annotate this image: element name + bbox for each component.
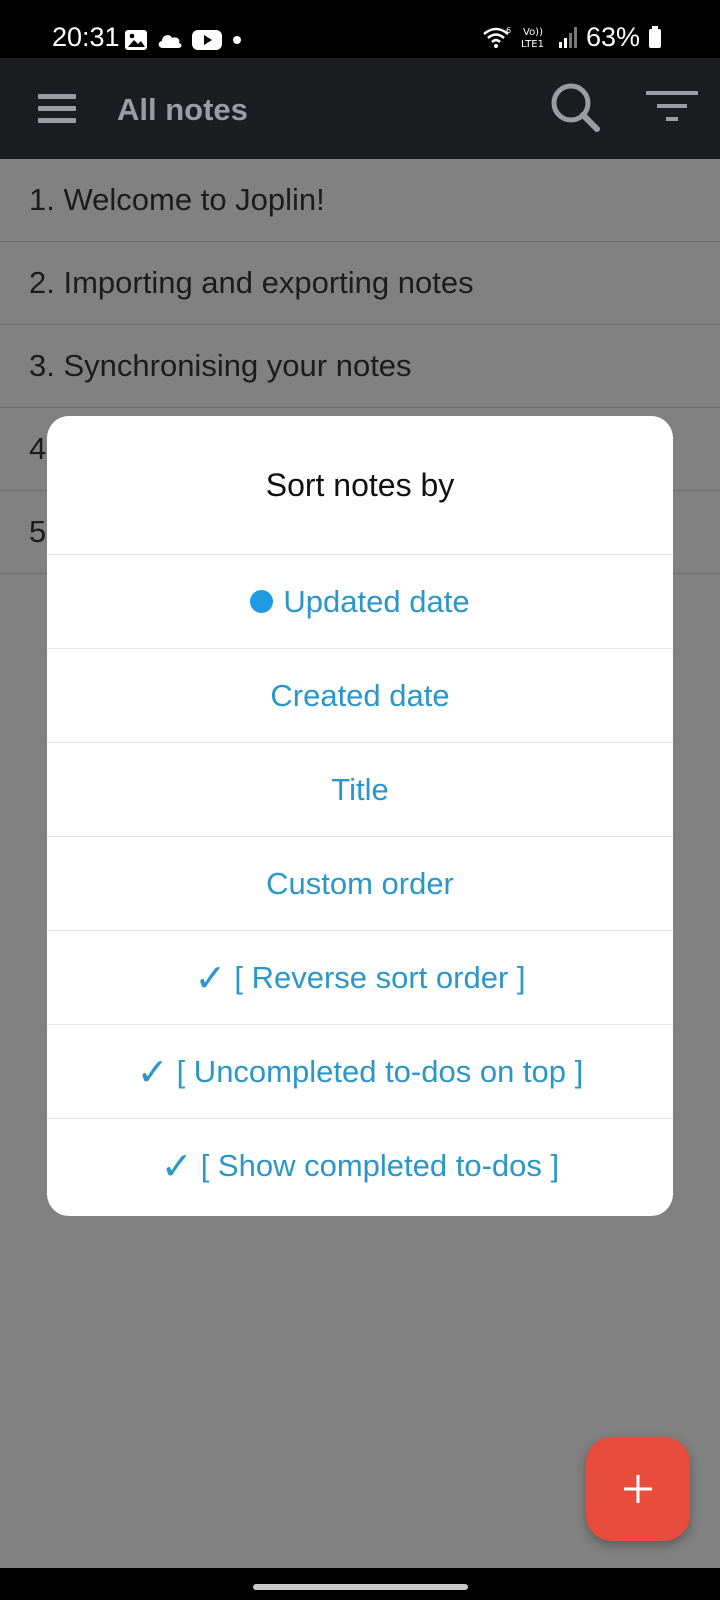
status-time: 20:31	[52, 22, 120, 52]
option-label: [ Reverse sort order ]	[234, 959, 526, 995]
option-label: Custom order	[266, 865, 454, 901]
page-title: All notes	[117, 92, 248, 127]
sort-button[interactable]	[644, 88, 700, 128]
search-icon	[551, 83, 600, 132]
toggle-reverse-sort-order[interactable]: ✓ [ Reverse sort order ]	[47, 931, 673, 1025]
note-item[interactable]: 3. Synchronising your notes	[0, 325, 720, 408]
gallery-icon	[125, 30, 147, 50]
add-note-button[interactable]	[586, 1437, 690, 1541]
toggle-uncompleted-todos-on-top[interactable]: ✓ [ Uncompleted to-dos on top ]	[47, 1025, 673, 1119]
app-bar: All notes	[0, 58, 720, 159]
dialog-title: Sort notes by	[47, 416, 673, 555]
home-gesture-handle[interactable]	[253, 1584, 468, 1590]
option-label: [ Uncompleted to-dos on top ]	[176, 1053, 584, 1089]
note-title: 5	[29, 514, 47, 549]
sort-dialog: Sort notes by Updated date Created date …	[47, 416, 673, 1216]
svg-text:Vo)): Vo))	[523, 27, 543, 38]
status-left-icons	[124, 28, 244, 52]
hamburger-icon	[38, 94, 76, 99]
note-item[interactable]: 2. Importing and exporting notes	[0, 242, 720, 325]
status-right-icons: 6 Vo)) LTE1 63%	[482, 22, 662, 52]
note-title: 4	[29, 431, 47, 466]
option-label: Created date	[270, 677, 450, 713]
wifi-icon: 6	[483, 26, 511, 48]
note-title: 3. Synchronising your notes	[29, 348, 412, 383]
note-title: 1. Welcome to Joplin!	[29, 182, 325, 217]
battery-percent: 63%	[585, 22, 640, 52]
sort-icon	[646, 91, 698, 121]
note-item[interactable]: 1. Welcome to Joplin!	[0, 159, 720, 242]
option-label: [ Show completed to-dos ]	[200, 1148, 560, 1183]
signal-icon	[558, 27, 577, 48]
sort-option-custom-order[interactable]: Custom order	[47, 837, 673, 931]
check-icon: ✓	[194, 955, 227, 1000]
screen: 20:31 6 Vo)) LTE1 63% All notes 1. Welco…	[0, 0, 720, 1600]
svg-text:LTE1: LTE1	[521, 39, 544, 49]
sort-option-created-date[interactable]: Created date	[47, 649, 673, 743]
option-label: Title	[331, 771, 389, 807]
note-title: 2. Importing and exporting notes	[29, 265, 474, 300]
navigation-bar	[0, 1568, 720, 1600]
cloud-icon	[158, 35, 182, 48]
selected-radio-icon	[250, 590, 274, 613]
sort-option-updated-date[interactable]: Updated date	[47, 555, 673, 649]
svg-text:6: 6	[506, 26, 511, 35]
volte-icon: Vo)) LTE1	[521, 27, 544, 49]
check-icon: ✓	[136, 1049, 169, 1094]
menu-button[interactable]	[32, 88, 80, 128]
add-icon	[624, 1475, 652, 1503]
status-bar: 20:31 6 Vo)) LTE1 63%	[0, 0, 720, 58]
battery-icon	[649, 26, 661, 48]
check-icon: ✓	[160, 1144, 193, 1188]
toggle-show-completed-todos[interactable]: ✓ [ Show completed to-dos ]	[47, 1119, 673, 1213]
search-button[interactable]	[548, 80, 604, 136]
sort-option-title[interactable]: Title	[47, 743, 673, 837]
youtube-icon	[192, 30, 222, 50]
option-label: Updated date	[283, 583, 470, 619]
dot-icon	[233, 36, 241, 44]
